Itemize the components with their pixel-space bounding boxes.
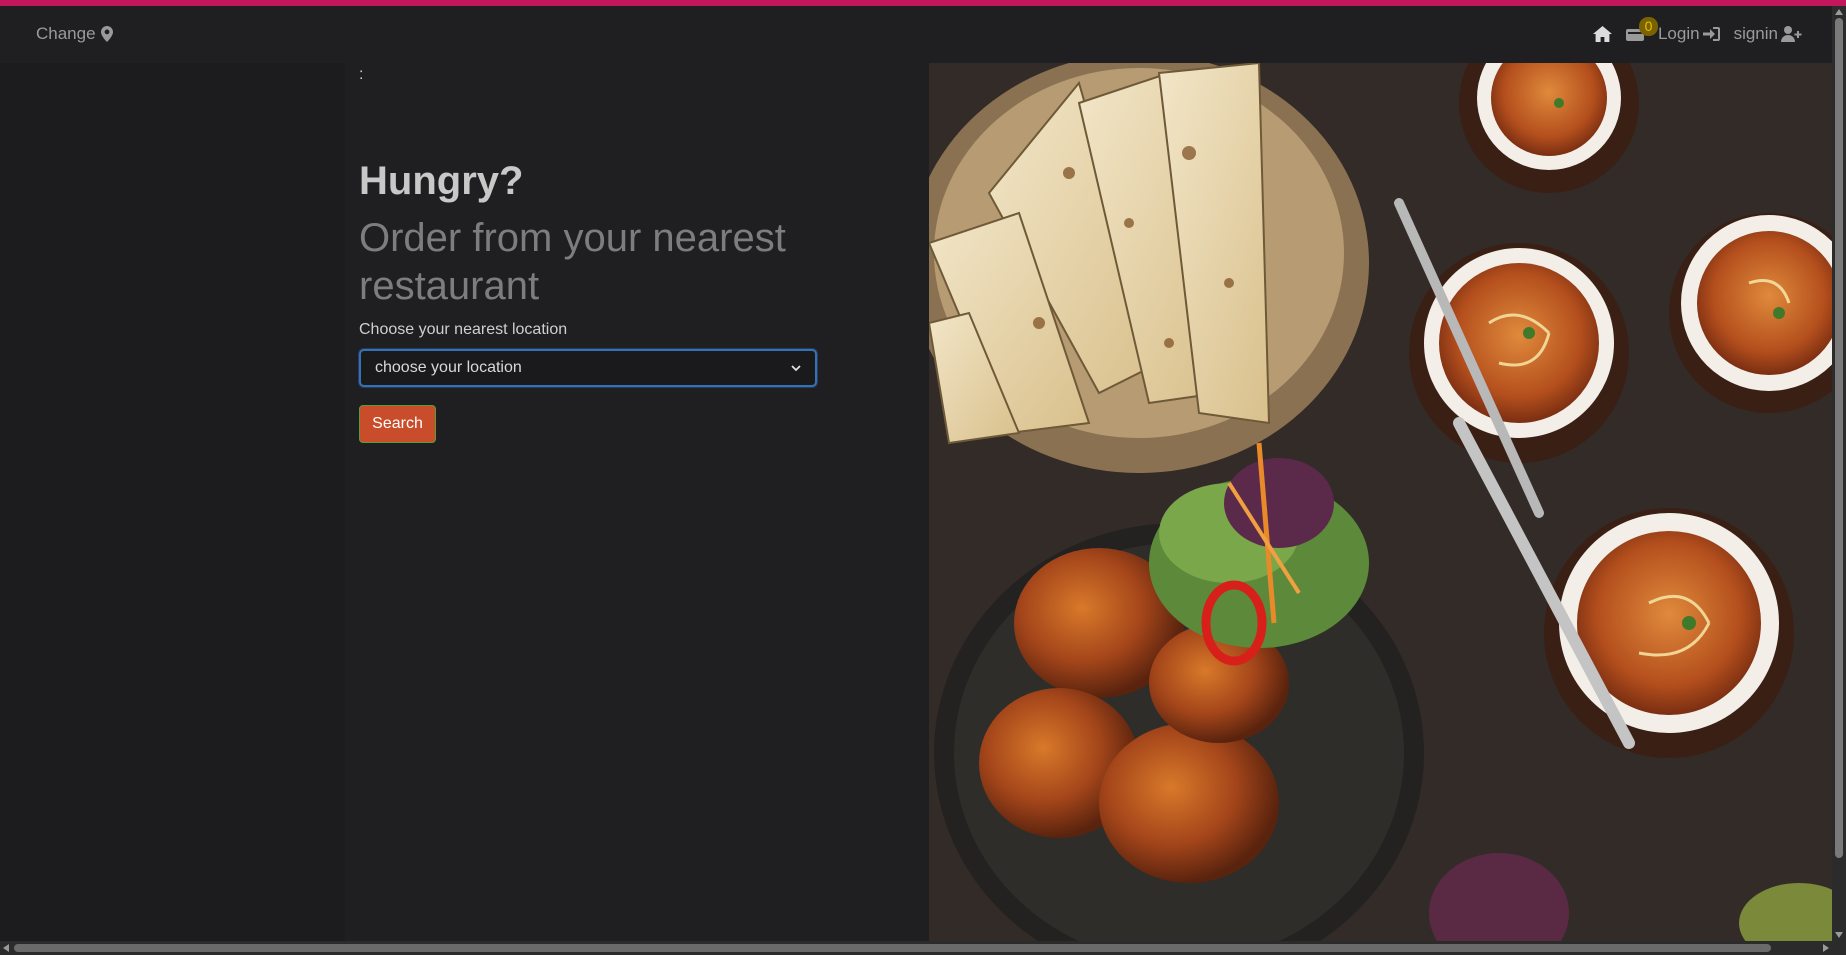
left-gutter (0, 63, 345, 941)
navbar: Change 0 Login signin (0, 6, 1832, 63)
home-icon[interactable] (1592, 26, 1612, 42)
login-icon (1702, 26, 1720, 42)
horizontal-scroll-thumb[interactable] (14, 944, 1771, 952)
order-panel: : Hungry? Order from your nearest restau… (345, 63, 929, 941)
cart-button[interactable]: 0 (1625, 17, 1658, 41)
scroll-down-icon[interactable] (1834, 931, 1844, 939)
page-title: Hungry? (359, 159, 524, 203)
scroll-right-icon[interactable] (1822, 944, 1830, 952)
separator-colon: : (359, 66, 364, 83)
food-illustration (929, 63, 1832, 941)
scrollbar-corner (1832, 941, 1846, 955)
vertical-scroll-thumb[interactable] (1835, 18, 1843, 858)
location-select-value: choose your location (375, 359, 522, 376)
cart-count-badge: 0 (1638, 17, 1658, 36)
change-label: Change (36, 24, 96, 43)
location-label: Choose your nearest location (359, 321, 568, 338)
signin-label: signin (1733, 24, 1778, 43)
map-marker-icon (100, 26, 113, 42)
location-select[interactable]: choose your location (359, 349, 817, 387)
scroll-up-icon[interactable] (1834, 8, 1844, 16)
horizontal-scrollbar[interactable] (0, 941, 1832, 955)
login-label: Login (1657, 24, 1700, 43)
scroll-left-icon[interactable] (2, 944, 10, 952)
login-link[interactable]: Login (1658, 24, 1720, 44)
signin-link[interactable]: signin (1734, 24, 1802, 44)
page-subtitle: Order from your nearest restaurant (359, 216, 786, 308)
user-plus-icon (1781, 26, 1802, 42)
search-button[interactable]: Search (359, 405, 436, 443)
food-hero-image (929, 63, 1832, 941)
vertical-scrollbar[interactable] (1832, 6, 1846, 941)
change-location-link[interactable]: Change (36, 24, 113, 44)
chevron-down-icon (791, 364, 801, 372)
nav-right-group: 0 Login signin (1592, 17, 1802, 44)
